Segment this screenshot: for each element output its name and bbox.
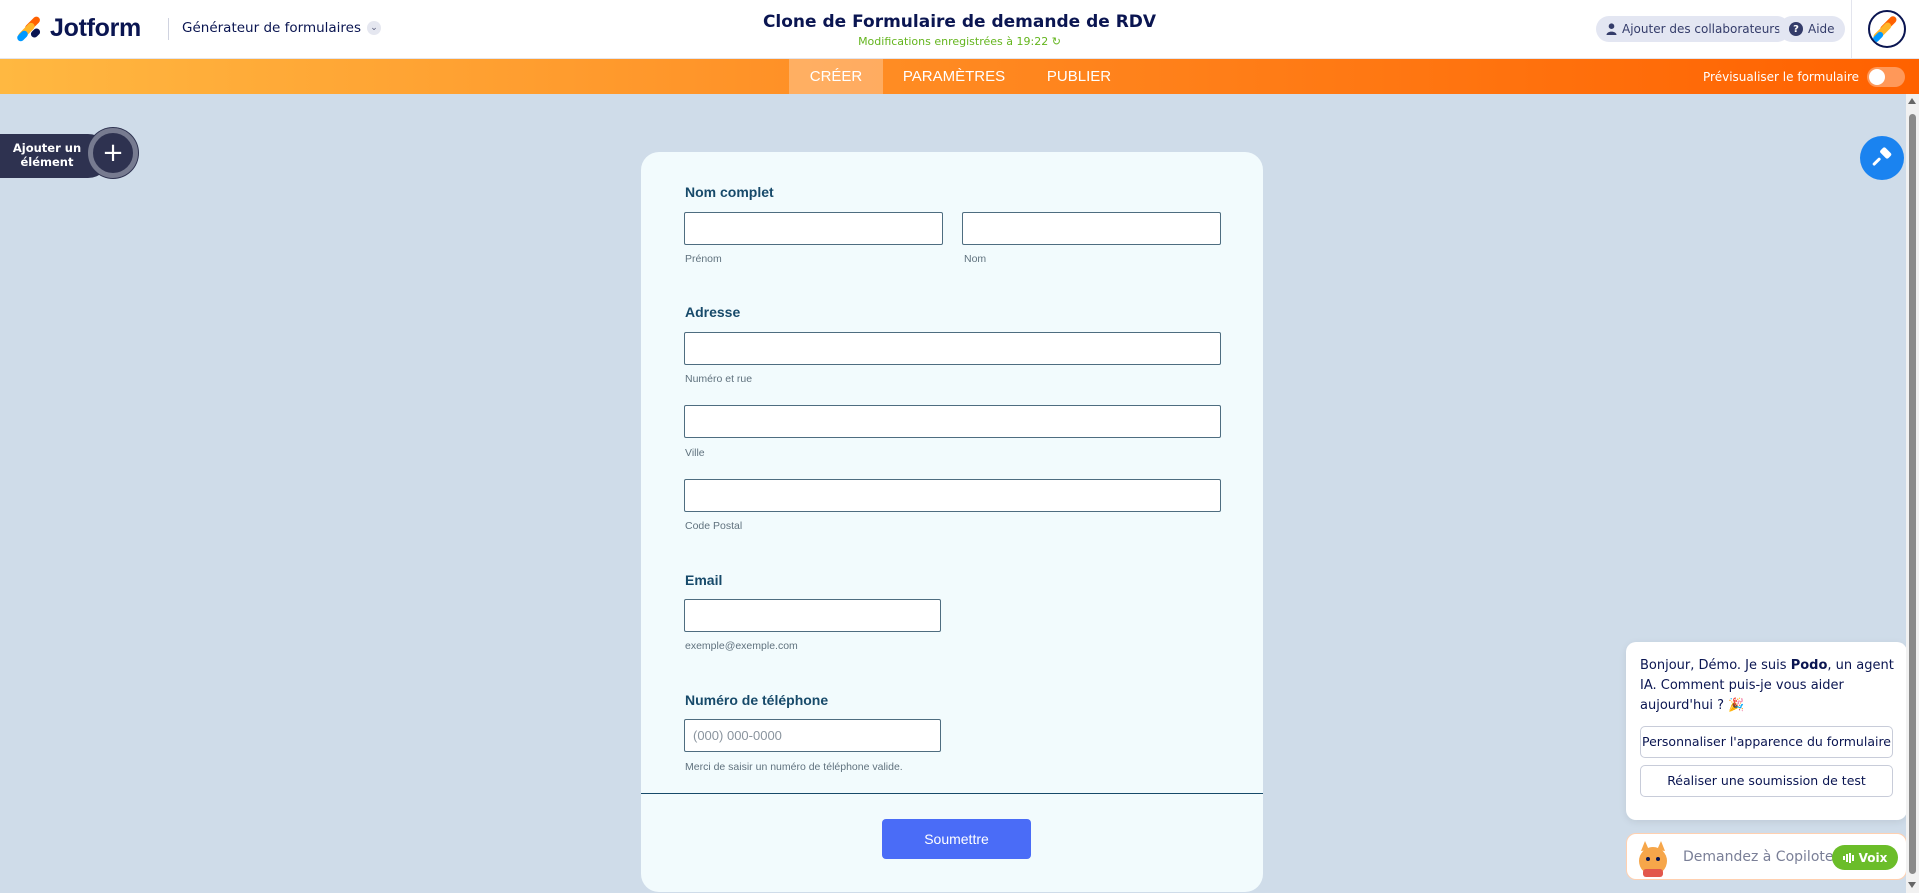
avatar-logo-icon	[1872, 16, 1897, 43]
address-label: Adresse	[685, 304, 741, 320]
phone-sublabel: Merci de saisir un numéro de téléphone v…	[685, 761, 903, 773]
add-collaborators-button[interactable]: Ajouter des collaborateurs	[1596, 16, 1791, 42]
voice-label: Voix	[1858, 850, 1888, 865]
top-bar: Jotform Générateur de formulaires ⌄ Clon…	[0, 0, 1919, 59]
street-sublabel: Numéro et rue	[685, 373, 753, 385]
submit-button[interactable]: Soumettre	[882, 819, 1031, 859]
phone-label: Numéro de téléphone	[685, 692, 829, 708]
email-input[interactable]	[684, 599, 941, 632]
suggestion-test-submission-button[interactable]: Réaliser une soumission de test	[1640, 765, 1893, 797]
copilot-greeting: Bonjour, Démo. Je suis Podo, un agent IA…	[1640, 656, 1895, 716]
city-input[interactable]	[684, 405, 1221, 438]
copilot-ask-placeholder: Demandez à Copilote	[1683, 849, 1834, 865]
agent-name: Podo	[1790, 658, 1828, 673]
suggestion-customize-button[interactable]: Personnaliser l'apparence du formulaire	[1640, 726, 1893, 758]
user-icon	[1606, 23, 1617, 35]
tab-settings[interactable]: PARAMÈTRES	[889, 59, 1019, 94]
builder-navbar: CRÉER PARAMÈTRES PUBLIER Prévisualiser l…	[0, 59, 1919, 94]
email-label: Email	[685, 572, 723, 588]
preview-toggle[interactable]	[1867, 66, 1905, 87]
preview-label: Prévisualiser le formulaire	[1703, 69, 1859, 84]
greeting-pre: Bonjour, Démo. Je suis	[1640, 658, 1791, 673]
phone-input[interactable]	[684, 719, 941, 752]
street-input[interactable]	[684, 332, 1221, 365]
copilot-panel: Bonjour, Démo. Je suis Podo, un agent IA…	[1626, 642, 1907, 820]
podo-avatar-icon	[1639, 841, 1667, 877]
voice-button[interactable]: Voix	[1832, 845, 1898, 870]
form-divider	[641, 793, 1263, 794]
first-name-sublabel: Prénom	[685, 253, 722, 265]
paint-roller-icon	[1872, 147, 1892, 166]
help-label: Aide	[1808, 22, 1835, 36]
plus-icon[interactable]: +	[88, 128, 138, 178]
user-avatar[interactable]	[1868, 10, 1906, 48]
copilot-ask-bar[interactable]: Demandez à Copilote Voix	[1626, 833, 1907, 880]
page-scrollbar[interactable]	[1906, 94, 1919, 893]
question-icon: ?	[1789, 22, 1803, 36]
refresh-icon: ↻	[1051, 35, 1061, 48]
postal-code-sublabel: Code Postal	[685, 520, 743, 532]
preview-toggle-group: Prévisualiser le formulaire	[1703, 59, 1905, 94]
tab-create[interactable]: CRÉER	[789, 59, 883, 94]
form-designer-button[interactable]	[1860, 136, 1904, 180]
scroll-up-icon[interactable]	[1908, 98, 1916, 104]
add-collaborators-label: Ajouter des collaborateurs	[1622, 22, 1781, 36]
full-name-label: Nom complet	[685, 184, 774, 200]
form-card: Nom complet Prénom Nom Adresse Numéro et…	[641, 152, 1263, 892]
last-name-input[interactable]	[962, 212, 1221, 245]
scrollbar-thumb[interactable]	[1909, 114, 1916, 874]
postal-code-input[interactable]	[684, 479, 1221, 512]
tab-publish[interactable]: PUBLIER	[1033, 59, 1125, 94]
save-status-text: Modifications enregistrées à 19:22	[858, 35, 1049, 48]
help-button[interactable]: ? Aide	[1779, 16, 1845, 42]
waveform-icon	[1842, 852, 1854, 863]
scroll-down-icon[interactable]	[1908, 882, 1916, 888]
first-name-input[interactable]	[684, 212, 943, 245]
last-name-sublabel: Nom	[964, 253, 987, 265]
email-sublabel: exemple@exemple.com	[685, 640, 798, 652]
avatar-divider	[1851, 0, 1852, 59]
add-element-label: Ajouter un élément	[12, 141, 82, 169]
city-sublabel: Ville	[685, 447, 705, 459]
